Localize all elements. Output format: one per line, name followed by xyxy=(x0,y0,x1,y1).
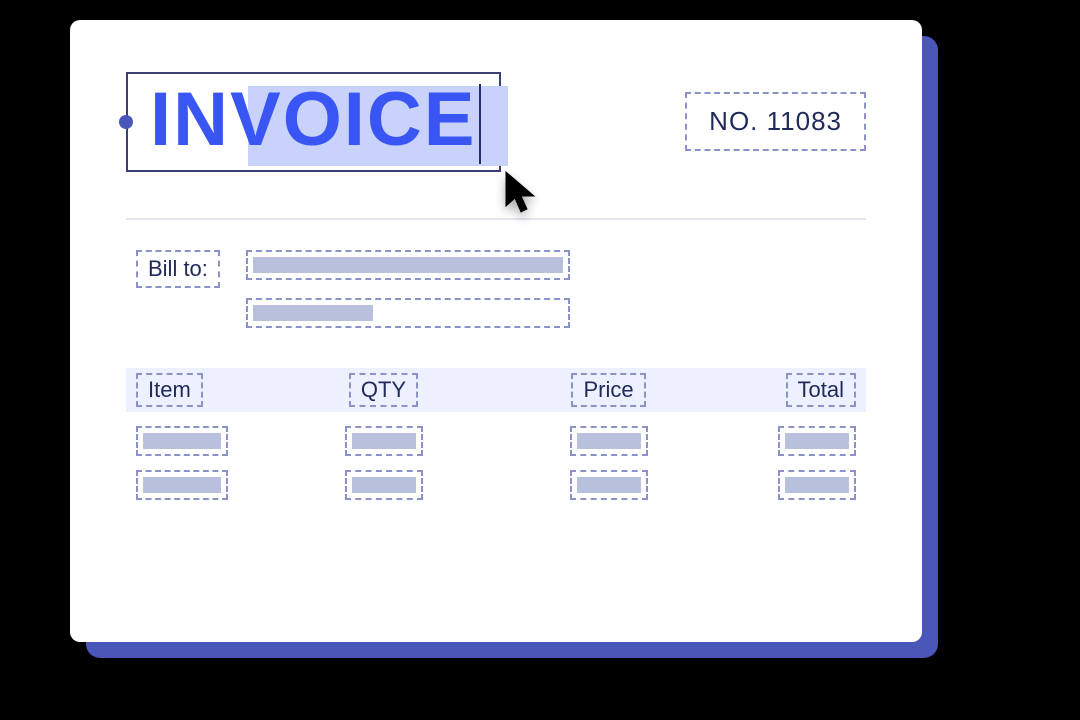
placeholder-bar xyxy=(577,477,641,493)
cell-total[interactable] xyxy=(778,426,856,456)
cell-total[interactable] xyxy=(778,470,856,500)
invoice-title[interactable]: INVOICE xyxy=(150,82,477,158)
cell-item[interactable] xyxy=(136,426,228,456)
col-qty-text: QTY xyxy=(361,377,406,402)
cell-qty[interactable] xyxy=(345,426,423,456)
table-row xyxy=(126,412,866,456)
resize-handle-left-icon[interactable] xyxy=(119,115,133,129)
text-caret-icon xyxy=(479,84,481,164)
col-item-text: Item xyxy=(148,377,191,402)
placeholder-bar xyxy=(143,477,221,493)
invoice-number-field[interactable]: NO. 11083 xyxy=(685,92,866,151)
header-area: INVOICE NO. 11083 xyxy=(126,72,866,172)
placeholder-bar xyxy=(352,477,416,493)
col-total[interactable]: Total xyxy=(786,373,856,407)
col-qty[interactable]: QTY xyxy=(349,373,418,407)
cell-price[interactable] xyxy=(570,470,648,500)
cell-qty[interactable] xyxy=(345,470,423,500)
placeholder-bar xyxy=(253,305,373,321)
bill-to-label-text: Bill to: xyxy=(148,256,208,281)
col-item[interactable]: Item xyxy=(136,373,203,407)
title-edit-box[interactable]: INVOICE xyxy=(126,72,501,172)
bill-to-fields xyxy=(246,250,570,328)
col-total-text: Total xyxy=(798,377,844,402)
placeholder-bar xyxy=(143,433,221,449)
divider-line xyxy=(126,218,866,220)
invoice-number-text: NO. 11083 xyxy=(709,106,842,136)
placeholder-bar xyxy=(785,477,849,493)
bill-to-label[interactable]: Bill to: xyxy=(136,250,220,288)
col-price[interactable]: Price xyxy=(571,373,645,407)
bill-to-section: Bill to: xyxy=(136,250,866,328)
cell-item[interactable] xyxy=(136,470,228,500)
invoice-card: INVOICE NO. 11083 Bill to: Item QTY Pric… xyxy=(70,20,922,642)
bill-to-line-2[interactable] xyxy=(246,298,570,328)
table-row xyxy=(126,456,866,500)
table-header-row: Item QTY Price Total xyxy=(126,368,866,412)
mouse-cursor-icon xyxy=(502,170,542,216)
placeholder-bar xyxy=(352,433,416,449)
placeholder-bar xyxy=(785,433,849,449)
bill-to-line-1[interactable] xyxy=(246,250,570,280)
placeholder-bar xyxy=(253,257,563,273)
col-price-text: Price xyxy=(583,377,633,402)
cell-price[interactable] xyxy=(570,426,648,456)
placeholder-bar xyxy=(577,433,641,449)
invoice-title-text: INVOICE xyxy=(150,77,477,162)
items-table: Item QTY Price Total xyxy=(126,368,866,500)
